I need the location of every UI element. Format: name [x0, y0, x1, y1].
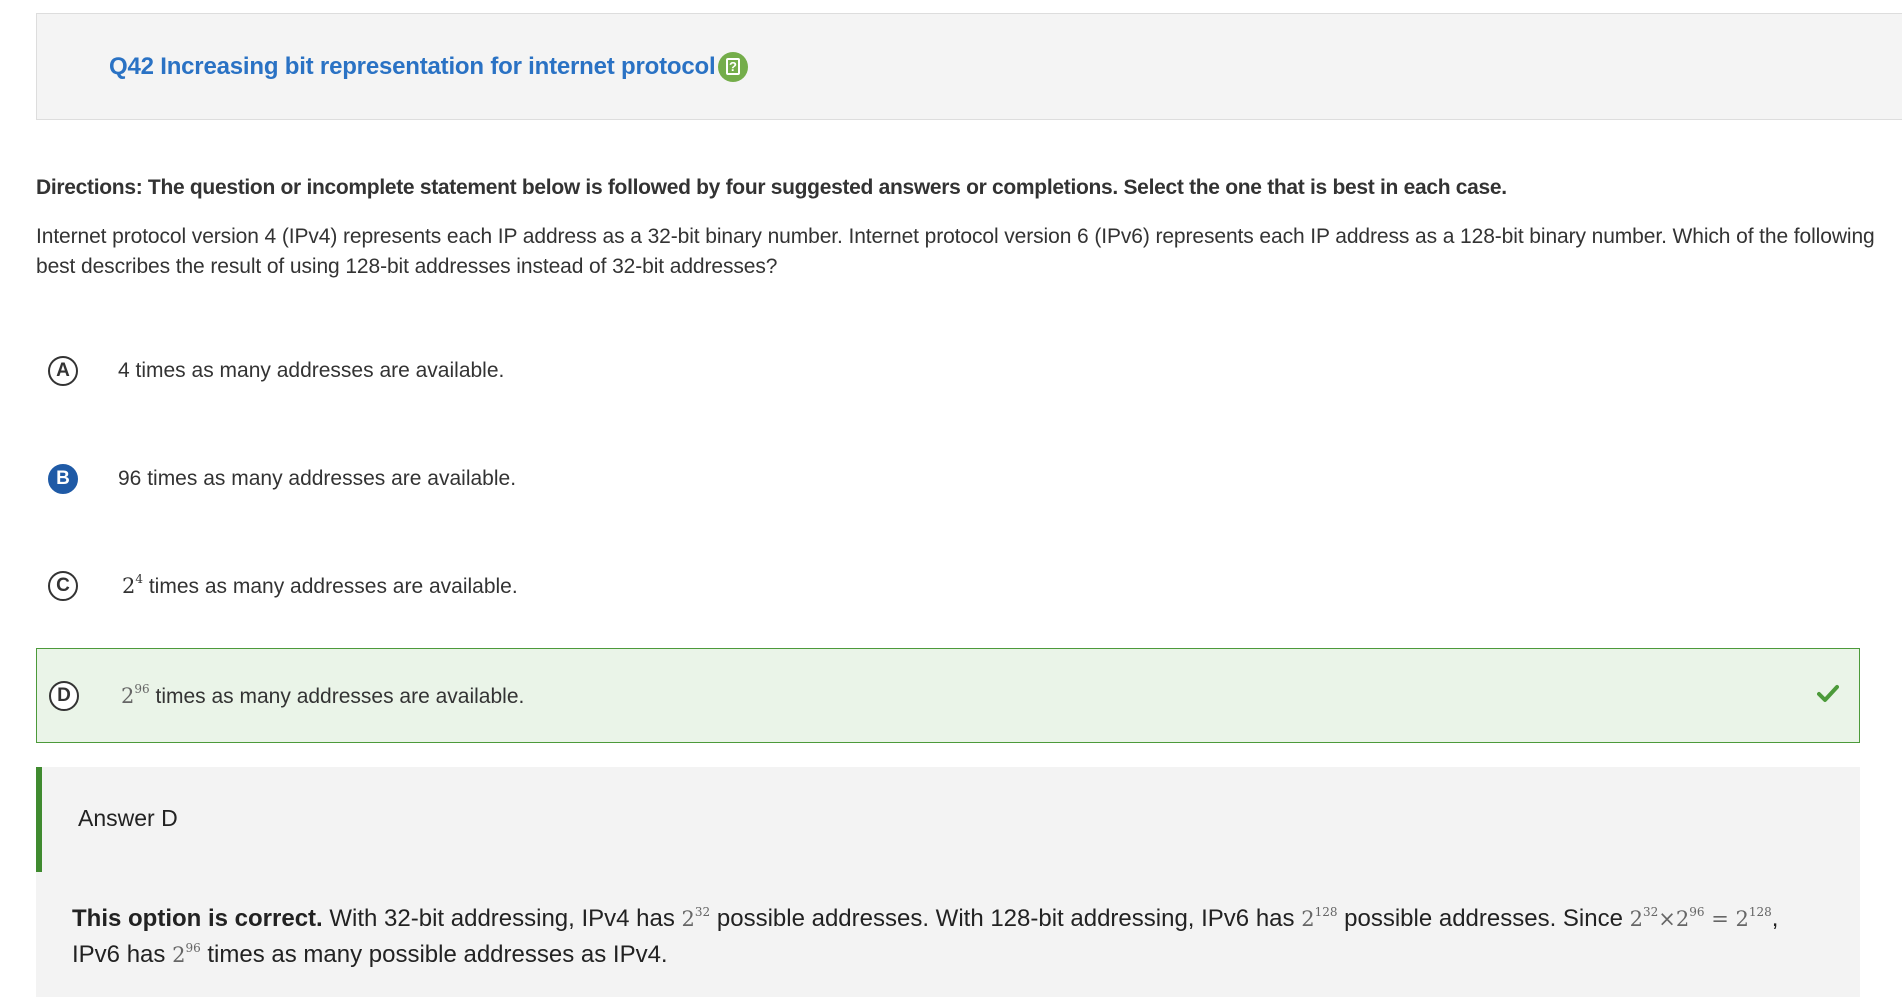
question-title: Q42 Increasing bit representation for in…	[109, 53, 716, 80]
option-b[interactable]: B 96 times as many addresses are availab…	[36, 432, 1860, 527]
directions-text: Directions: The question or incomplete s…	[36, 176, 1507, 199]
option-text-b: 96 times as many addresses are available…	[118, 467, 517, 490]
math-expression: 24	[122, 572, 144, 598]
option-text-d: 296 times as many addresses are availabl…	[121, 682, 525, 708]
option-letter-b[interactable]: B	[48, 464, 78, 494]
answer-panel: Answer D This option is correct. With 32…	[36, 767, 1860, 997]
option-letter-d[interactable]: D	[49, 681, 79, 711]
answer-title: Answer D	[78, 805, 178, 831]
answer-explanation: This option is correct. With 32-bit addr…	[72, 905, 1779, 968]
math-expression: 296	[121, 682, 150, 708]
option-text-a: 4 times as many addresses are available.	[118, 359, 505, 382]
option-letter-c[interactable]: C	[48, 571, 78, 601]
option-a[interactable]: A 4 times as many addresses are availabl…	[36, 324, 1860, 419]
option-c[interactable]: C 24 times as many addresses are availab…	[36, 539, 1860, 634]
question-mark-icon[interactable]: ?	[718, 52, 748, 82]
math-expression: 232×296 = 2128	[1629, 905, 1772, 931]
explanation-lead: This option is correct.	[72, 905, 323, 932]
question-text: Internet protocol version 4 (IPv4) repre…	[36, 225, 1875, 278]
math-expression: 232	[681, 905, 711, 931]
option-letter-a[interactable]: A	[48, 356, 78, 386]
option-d[interactable]: D 296 times as many addresses are availa…	[36, 648, 1860, 743]
checkmark-icon	[1817, 685, 1839, 702]
math-expression: 2128	[1301, 905, 1338, 931]
option-text-c: 24 times as many addresses are available…	[122, 572, 518, 598]
answer-accent-bar	[36, 767, 42, 872]
math-expression: 296	[172, 941, 201, 967]
question-header: Q42 Increasing bit representation for in…	[36, 13, 1902, 120]
question-page: Q42 Increasing bit representation for in…	[0, 0, 1902, 998]
